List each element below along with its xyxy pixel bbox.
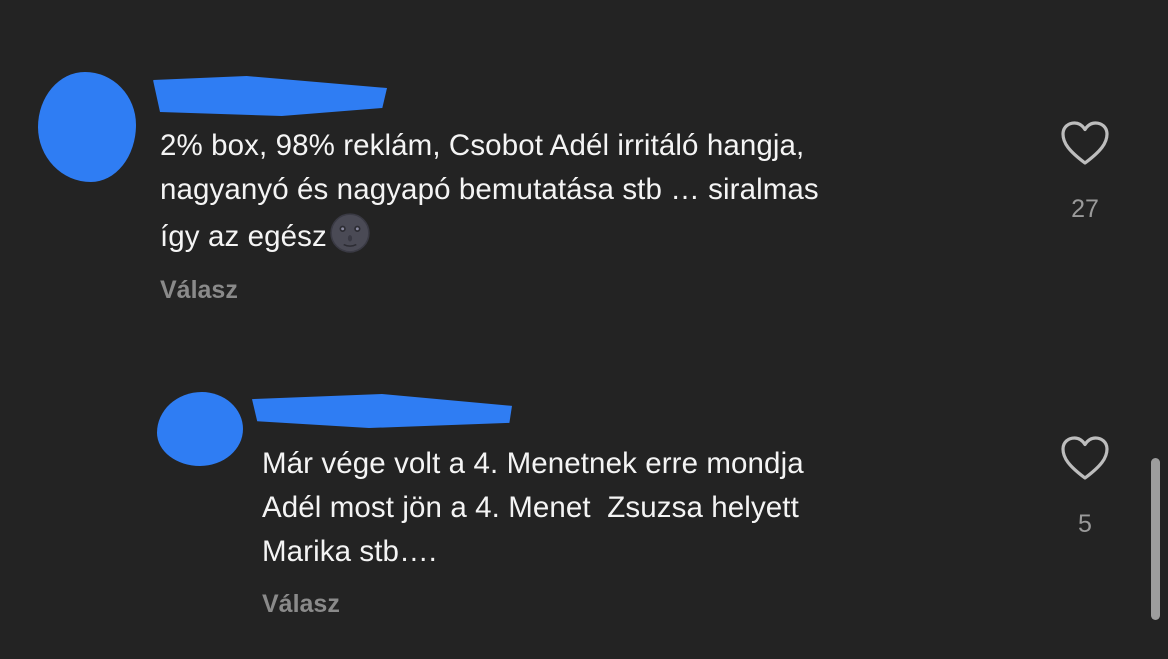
username-redacted[interactable] (252, 394, 512, 428)
reply-button[interactable]: Válasz (160, 276, 238, 305)
scrollbar[interactable] (1151, 458, 1160, 620)
like-count: 5 (1078, 510, 1092, 538)
heart-outline-icon[interactable] (1060, 435, 1110, 481)
reply-comment-text: Már vége volt a 4. Menetnek erre mondja … (262, 447, 804, 568)
reply-button[interactable]: Válasz (262, 590, 340, 619)
comment-text-content: 2% box, 98% reklám, Csobot Adél irritáló… (160, 129, 819, 253)
comments-screen: 2% box, 98% reklám, Csobot Adél irritáló… (0, 0, 1168, 659)
avatar-redacted[interactable] (38, 72, 136, 182)
avatar-redacted[interactable] (157, 392, 243, 466)
like-count: 27 (1071, 195, 1099, 223)
comment-text: 2% box, 98% reklám, Csobot Adél irritáló… (160, 124, 1040, 259)
heart-outline-icon[interactable] (1060, 120, 1110, 166)
username-redacted[interactable] (153, 76, 387, 116)
new-moon-face-icon (330, 213, 370, 253)
